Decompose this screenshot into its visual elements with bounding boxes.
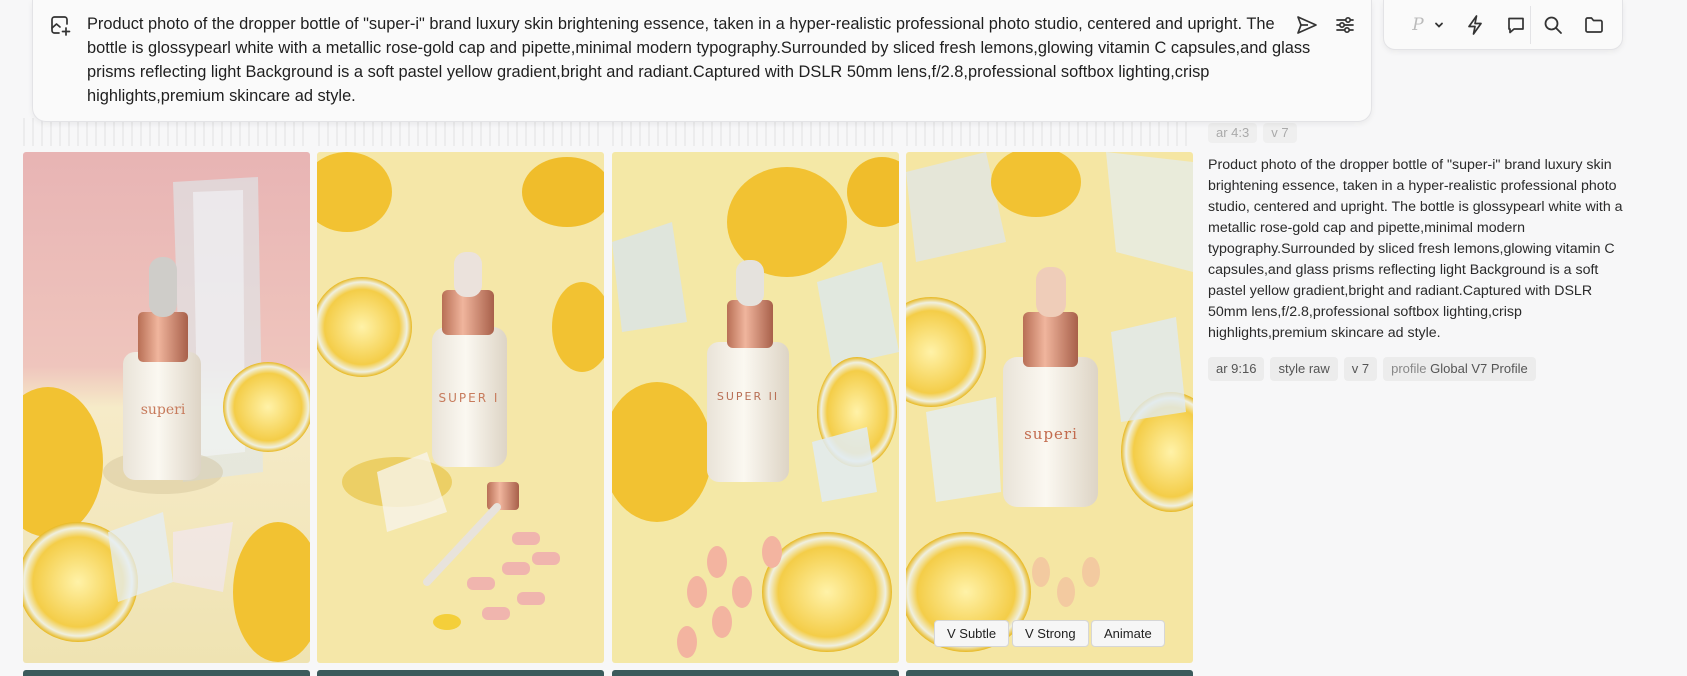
job-parameter-tags: ar 9:16 style raw v 7 profile Global V7 … — [1208, 357, 1536, 381]
tag-profile-value: Global V7 Profile — [1430, 361, 1528, 376]
tag-ar[interactable]: ar 4:3 — [1208, 123, 1258, 143]
folder-icon[interactable] — [1581, 12, 1607, 38]
tag-profile-key: profile — [1391, 361, 1427, 376]
lightning-icon[interactable] — [1462, 12, 1488, 38]
bottle-brand-label: SUPER I — [439, 391, 500, 405]
top-toolbar: P — [1383, 0, 1623, 50]
previous-thumbnail[interactable] — [23, 118, 310, 146]
next-row-thumbnail[interactable] — [317, 670, 604, 676]
tag-aspect-ratio[interactable]: ar 9:16 — [1208, 357, 1265, 381]
bottle-brand-label: superi — [141, 402, 186, 418]
prompt-input[interactable]: Product photo of the dropper bottle of "… — [87, 12, 1317, 108]
sliders-icon[interactable] — [1330, 12, 1360, 38]
previous-thumbnail[interactable] — [906, 118, 1193, 146]
vary-subtle-button[interactable]: V Subtle — [934, 620, 1010, 647]
animate-button[interactable]: Animate — [1091, 620, 1165, 647]
next-row-thumbnail[interactable] — [23, 670, 310, 676]
previous-job-tags: ar 4:3 v 7 — [1208, 123, 1297, 143]
send-icon[interactable] — [1292, 12, 1322, 38]
profile-selector[interactable]: P — [1406, 12, 1430, 38]
previous-thumbnail[interactable] — [318, 118, 605, 146]
tag-style[interactable]: style raw — [1270, 357, 1338, 381]
previous-job-thumbnails — [23, 118, 1193, 146]
tag-profile[interactable]: profile Global V7 Profile — [1383, 357, 1536, 381]
chevron-down-icon[interactable] — [1430, 12, 1448, 38]
generated-image-4[interactable]: superi — [906, 152, 1193, 663]
search-icon[interactable] — [1540, 12, 1566, 38]
tag-version[interactable]: v 7 — [1343, 357, 1378, 381]
chat-icon[interactable] — [1503, 12, 1529, 38]
generated-image-2[interactable]: SUPER I — [317, 152, 604, 663]
tag-version[interactable]: v 7 — [1263, 123, 1297, 143]
next-row-thumbnail[interactable] — [612, 670, 899, 676]
profile-letter: P — [1412, 15, 1424, 35]
generated-image-3[interactable]: SUPER II — [612, 152, 899, 663]
generated-image-1[interactable]: superi — [23, 152, 310, 663]
previous-thumbnail[interactable] — [612, 118, 899, 146]
prompt-bar: Product photo of the dropper bottle of "… — [32, 0, 1372, 122]
bottle-brand-label: superi — [1024, 425, 1078, 443]
vary-strong-button[interactable]: V Strong — [1012, 620, 1089, 647]
next-row-thumbnail[interactable] — [906, 670, 1193, 676]
image-add-icon[interactable] — [47, 13, 73, 39]
bottle-brand-label: SUPER II — [717, 390, 779, 403]
job-prompt-description[interactable]: Product photo of the dropper bottle of "… — [1208, 155, 1633, 344]
